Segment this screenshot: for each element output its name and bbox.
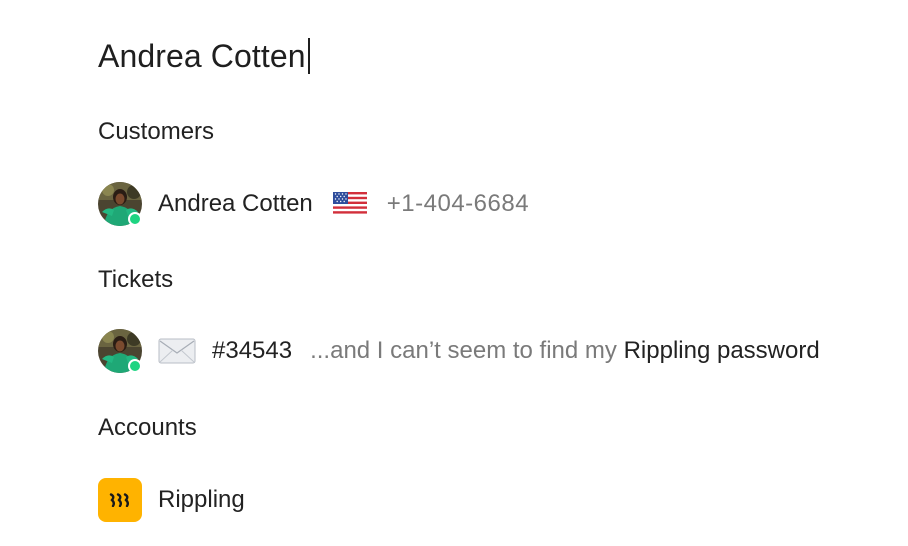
section-title-accounts: Accounts: [98, 414, 197, 441]
ticket-result-item[interactable]: #34543 ...and I can’t seem to find my Ri…: [98, 328, 820, 374]
search-input[interactable]: Andrea Cotten: [98, 30, 310, 82]
ticket-id: #34543: [212, 337, 293, 364]
account-result-item[interactable]: Rippling: [98, 477, 245, 523]
rippling-logo-icon: [98, 478, 142, 522]
section-title-tickets: Tickets: [98, 266, 174, 293]
rippling-logo-mark: [109, 493, 129, 507]
search-query[interactable]: Andrea Cotten: [98, 38, 306, 75]
ticket-snippet: ...and I can’t seem to find my Rippling …: [310, 337, 820, 365]
section-title-customers: Customers: [98, 118, 215, 145]
text-caret: [307, 38, 310, 74]
ticket-snippet-match: Rippling password: [623, 337, 820, 364]
account-name: Rippling: [158, 486, 245, 513]
online-status-dot: [128, 359, 142, 373]
search-results-panel: Andrea Cotten Customers Andrea Cotten +1…: [0, 0, 908, 546]
avatar: [98, 329, 142, 373]
us-flag-icon: [332, 192, 367, 216]
email-icon: [158, 338, 196, 364]
ticket-snippet-prefix: ...and I can’t seem to find my: [310, 337, 624, 364]
customer-name: Andrea Cotten: [158, 190, 313, 217]
online-status-dot: [128, 212, 142, 226]
customer-result-item[interactable]: Andrea Cotten +1-404-6684: [98, 181, 529, 227]
customer-phone: +1-404-6684: [386, 190, 530, 217]
avatar: [98, 182, 142, 226]
